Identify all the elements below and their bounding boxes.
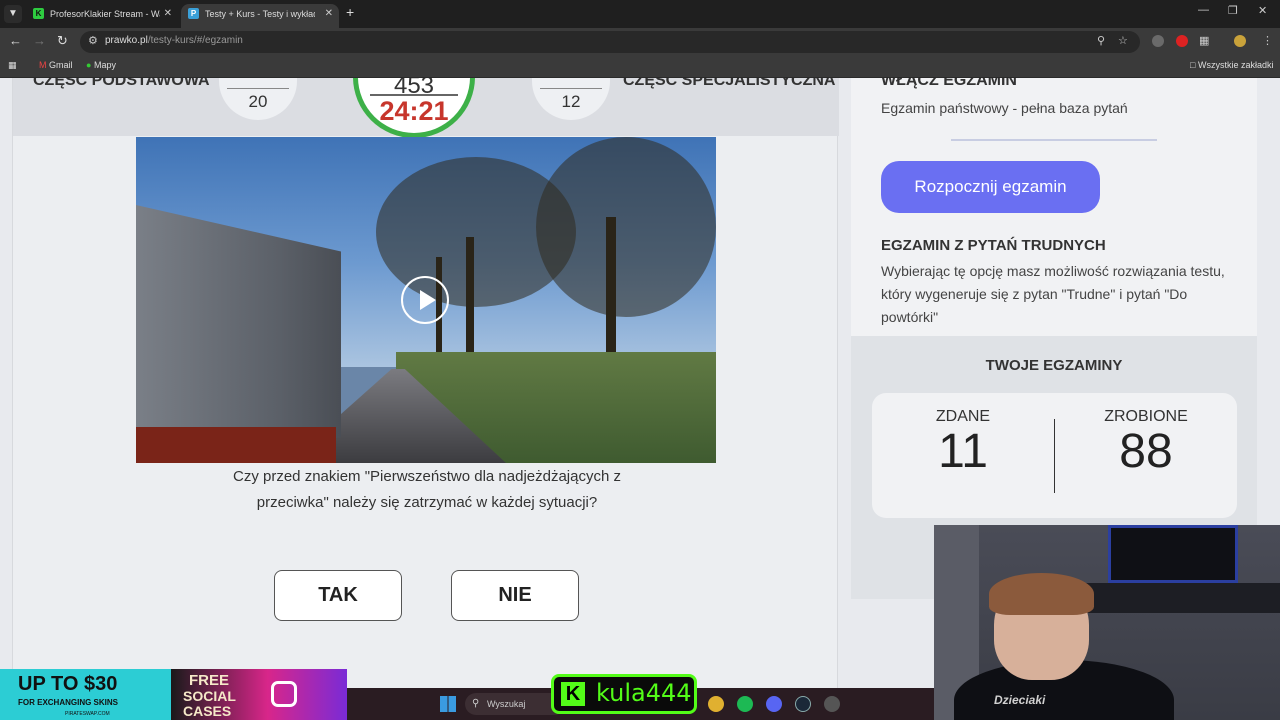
instagram-icon	[271, 681, 297, 707]
discord-icon[interactable]	[766, 696, 782, 712]
browser-toolbar: ← → ↻ ⚙ prawko.pl/testy-kurs/#/egzamin ⚲…	[0, 28, 1280, 56]
specialist-counter: 12	[532, 78, 610, 120]
start-exam-button[interactable]: Rozpocznij egzamin	[881, 161, 1100, 213]
kick-favicon-icon: K	[33, 8, 44, 19]
hoodie-print: Dzieciaki	[994, 693, 1046, 707]
answer-no-button[interactable]: NIE	[451, 570, 579, 621]
hard-exam-heading[interactable]: EGZAMIN Z PYTAŃ TRUDNYCH	[881, 237, 1106, 254]
reload-icon[interactable]: ↻	[57, 33, 68, 49]
video-tree-canopy	[536, 137, 716, 317]
kick-logo-icon: K	[561, 682, 585, 706]
promo-free-text: FREE	[189, 672, 230, 689]
counter-divider	[540, 88, 602, 89]
streamer-webcam: Dzieciaki	[934, 525, 1280, 720]
close-window-icon[interactable]: ✕	[1258, 4, 1267, 17]
done-value: 88	[1119, 425, 1173, 478]
taskbar-search[interactable]: ⚲ Wyszukaj	[465, 693, 565, 715]
url-text: prawko.pl/testy-kurs/#/egzamin	[105, 35, 243, 46]
your-exams-heading: TWOJE EGZAMINY	[985, 357, 1123, 374]
promo-cases-text: SOCIAL CASES	[183, 688, 236, 719]
spotify-icon[interactable]	[737, 696, 753, 712]
webcam-desk	[1084, 583, 1280, 613]
prawko-favicon-icon: P	[188, 8, 199, 19]
gmail-icon: M	[39, 60, 47, 70]
close-tab-icon[interactable]: ✕	[325, 4, 333, 24]
address-bar[interactable]: ⚙ prawko.pl/testy-kurs/#/egzamin ⚲ ☆	[80, 31, 1140, 53]
exam-stats-card: ZDANE 11 ZROBIONE 88	[872, 393, 1237, 518]
zoom-icon[interactable]: ⚲	[1097, 34, 1105, 47]
counter-divider	[227, 88, 289, 89]
new-tab-button[interactable]: +	[346, 4, 354, 20]
sidebar-divider	[951, 139, 1157, 141]
all-bookmarks[interactable]: □ Wszystkie zakładki	[1190, 60, 1273, 70]
obs-icon[interactable]	[824, 696, 840, 712]
promo-big-text: UP TO $30	[18, 673, 118, 695]
answer-yes-button[interactable]: TAK	[274, 570, 402, 621]
kick-username: kula444	[596, 679, 692, 707]
bookmark-gmail[interactable]: M Gmail	[39, 60, 73, 70]
forward-icon[interactable]: →	[33, 33, 46, 48]
tab-title: ProfesorKlakier Stream - Watch	[50, 9, 160, 19]
promo-site-text: PIRATESWAP.COM	[65, 711, 110, 717]
menu-dots-icon[interactable]: ⋮	[1262, 34, 1273, 47]
bookmark-star-icon[interactable]: ☆	[1118, 34, 1128, 47]
chrome-icon[interactable]	[708, 696, 724, 712]
sidebar-options: WŁĄCZ EGZAMIN Egzamin państwowy - pełna …	[851, 78, 1257, 336]
browser-tabbar: ▼ K ProfesorKlakier Stream - Watch ✕ P T…	[0, 0, 1280, 28]
question-text: Czy przed znakiem "Pierwszeństwo dla nad…	[233, 468, 621, 511]
play-icon[interactable]	[401, 276, 449, 324]
minimize-icon[interactable]: —	[1198, 4, 1209, 16]
tab-title: Testy + Kurs - Testy i wykłady n	[205, 9, 315, 19]
specialist-count: 12	[561, 92, 581, 111]
bookmarks-bar: ▦ M Gmail ● Mapy □ Wszystkie zakładki	[0, 56, 1280, 78]
profile-avatar[interactable]	[1234, 35, 1246, 47]
basic-counter: 20	[219, 78, 297, 120]
tab-profesorklakier[interactable]: K ProfesorKlakier Stream - Watch ✕	[26, 4, 178, 28]
section-specialist-label: CZĘŚĆ SPECJALISTYCZNA	[623, 78, 836, 89]
exam-sidebar: WŁĄCZ EGZAMIN Egzamin państwowy - pełna …	[851, 78, 1257, 599]
apps-grid-icon[interactable]: ▦	[8, 60, 17, 71]
kick-username-badge: K kula444	[551, 674, 697, 714]
webcam-monitor	[1108, 525, 1238, 583]
done-stat: ZROBIONE 88	[1055, 408, 1237, 479]
search-icon: ⚲	[472, 698, 480, 709]
extensions-puzzle-icon[interactable]: ▦	[1199, 34, 1209, 47]
question-video[interactable]	[136, 137, 716, 463]
section-basic-label: CZĘŚĆ PODSTAWOWA	[33, 78, 210, 89]
bookmark-maps[interactable]: ● Mapy	[86, 60, 116, 70]
tab-testy-kurs[interactable]: P Testy + Kurs - Testy i wykłady n ✕	[181, 4, 339, 28]
promo-small-text: FOR EXCHANGING SKINS	[18, 698, 119, 707]
video-tree-trunk	[606, 217, 616, 357]
hard-exam-description: Wybierając tę opcję masz możliwość rozwi…	[881, 263, 1225, 325]
webcam-person-hair	[989, 573, 1094, 615]
folder-icon: □	[1190, 60, 1196, 70]
maps-pin-icon: ●	[86, 60, 92, 70]
windows-start-icon[interactable]	[440, 696, 456, 712]
close-tab-icon[interactable]: ✕	[164, 4, 172, 24]
exam-panel: CZĘŚĆ PODSTAWOWA 20 453 24:21 12 CZĘŚĆ S…	[12, 78, 839, 720]
passed-stat: ZDANE 11	[872, 408, 1054, 479]
video-car-hood	[136, 427, 336, 463]
enable-exam-heading: WŁĄCZ EGZAMIN	[881, 78, 1017, 89]
sponsor-banner: UP TO $30 FOR EXCHANGING SKINS PIRATESWA…	[0, 669, 347, 720]
steam-icon[interactable]	[795, 696, 811, 712]
extension-record-icon[interactable]	[1176, 35, 1188, 47]
timer-countdown: 24:21	[379, 96, 449, 126]
enable-exam-subheading: Egzamin państwowy - pełna baza pytań	[881, 100, 1128, 116]
promo-cases: FREE SOCIAL CASES	[171, 669, 347, 720]
tab-search-menu[interactable]: ▼	[4, 5, 22, 23]
extension-icon[interactable]	[1152, 35, 1164, 47]
exam-timer: 453 24:21	[353, 78, 475, 138]
passed-value: 11	[938, 425, 988, 478]
back-icon[interactable]: ←	[9, 33, 22, 48]
maximize-icon[interactable]: ❐	[1228, 4, 1238, 17]
exam-header-strip: CZĘŚĆ PODSTAWOWA 20 453 24:21 12 CZĘŚĆ S…	[13, 78, 839, 138]
basic-count: 20	[248, 92, 268, 111]
promo-skins: UP TO $30 FOR EXCHANGING SKINS PIRATESWA…	[0, 669, 171, 720]
site-info-icon[interactable]: ⚙	[88, 34, 98, 47]
